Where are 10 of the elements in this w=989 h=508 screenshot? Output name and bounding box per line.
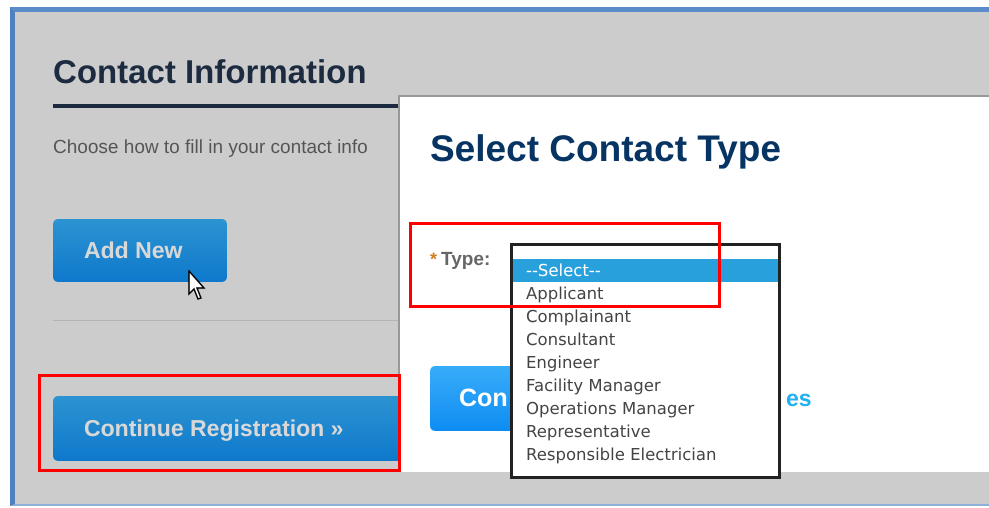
type-label: Type: — [441, 248, 490, 272]
type-dropdown-list[interactable]: --Select-- Applicant Complainant Consultant Engineer Facility Manager Operations Manager Representative Responsible Electrician — [510, 243, 781, 479]
section-heading: Contact Information — [53, 52, 366, 92]
dropdown-option[interactable]: Complainant — [513, 305, 778, 328]
required-mark: * — [430, 248, 438, 271]
dropdown-option[interactable]: Consultant — [513, 328, 778, 351]
instructions-text: Choose how to fill in your contact info — [53, 136, 368, 160]
mouse-pointer-icon — [188, 270, 208, 302]
dropdown-option[interactable]: Responsible Electrician — [513, 443, 778, 466]
dialog-title: Select Contact Type — [430, 127, 781, 171]
